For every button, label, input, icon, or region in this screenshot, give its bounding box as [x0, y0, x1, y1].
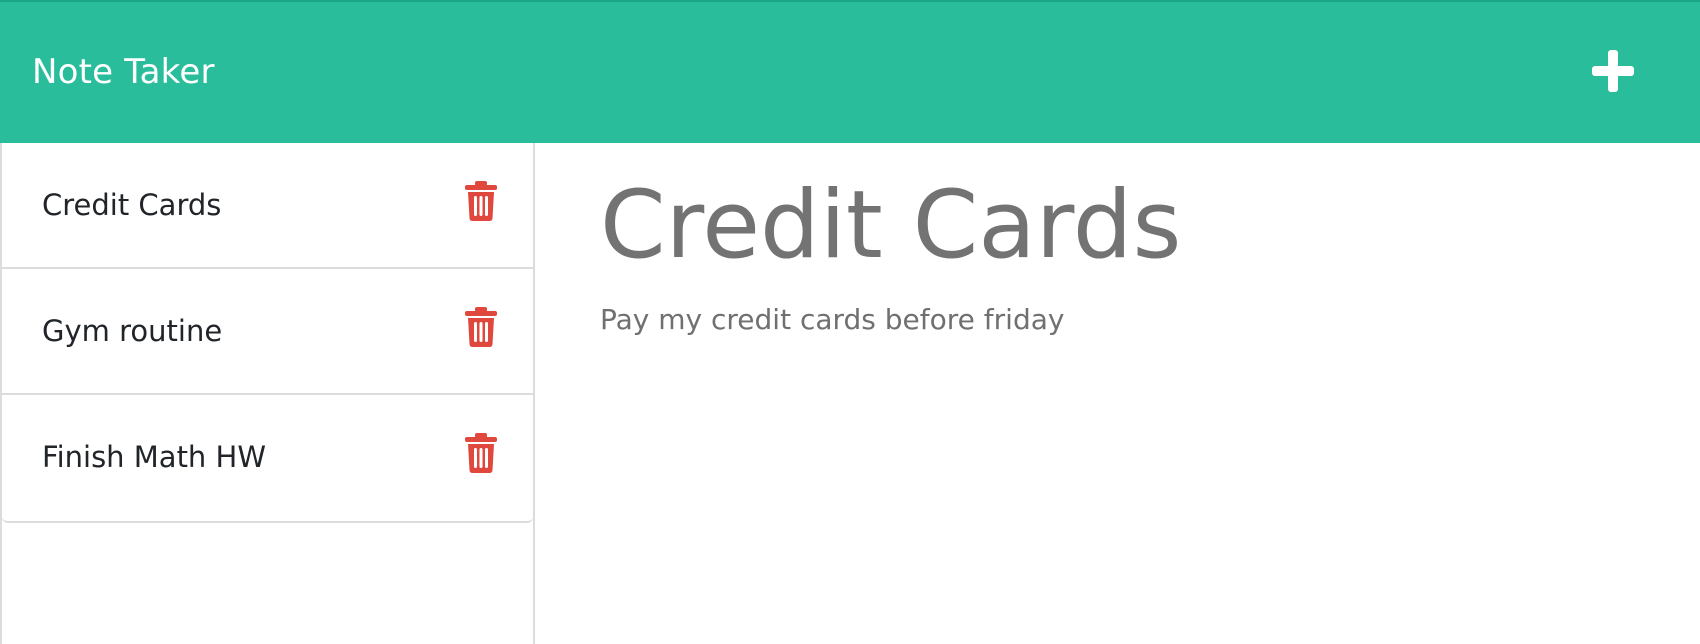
delete-note-button[interactable]	[464, 307, 498, 347]
delete-note-button[interactable]	[464, 433, 498, 473]
note-list-item[interactable]: Gym routine	[2, 269, 533, 395]
delete-note-button[interactable]	[464, 181, 498, 221]
note-list-item[interactable]: Credit Cards	[2, 143, 533, 269]
new-note-button[interactable]	[1590, 48, 1636, 94]
app-brand[interactable]: Note Taker	[32, 50, 215, 94]
note-list-item-title[interactable]: Finish Math HW	[42, 437, 266, 477]
trash-icon	[465, 181, 497, 221]
trash-icon	[465, 307, 497, 347]
navbar: Note Taker	[0, 0, 1700, 143]
note-list: Credit Cards Gym routine Finish Math HW	[2, 143, 533, 523]
plus-icon	[1592, 50, 1634, 92]
trash-icon	[465, 433, 497, 473]
notes-sidebar: Credit Cards Gym routine Finish Math HW	[0, 143, 535, 644]
note-list-item-title[interactable]: Credit Cards	[42, 185, 221, 225]
note-title-field[interactable]: Credit Cards	[600, 171, 1181, 281]
note-list-item[interactable]: Finish Math HW	[2, 395, 533, 521]
note-viewer: Credit Cards Pay my credit cards before …	[535, 143, 1700, 644]
note-list-item-title[interactable]: Gym routine	[42, 311, 222, 351]
note-text-field[interactable]: Pay my credit cards before friday	[600, 301, 1064, 339]
